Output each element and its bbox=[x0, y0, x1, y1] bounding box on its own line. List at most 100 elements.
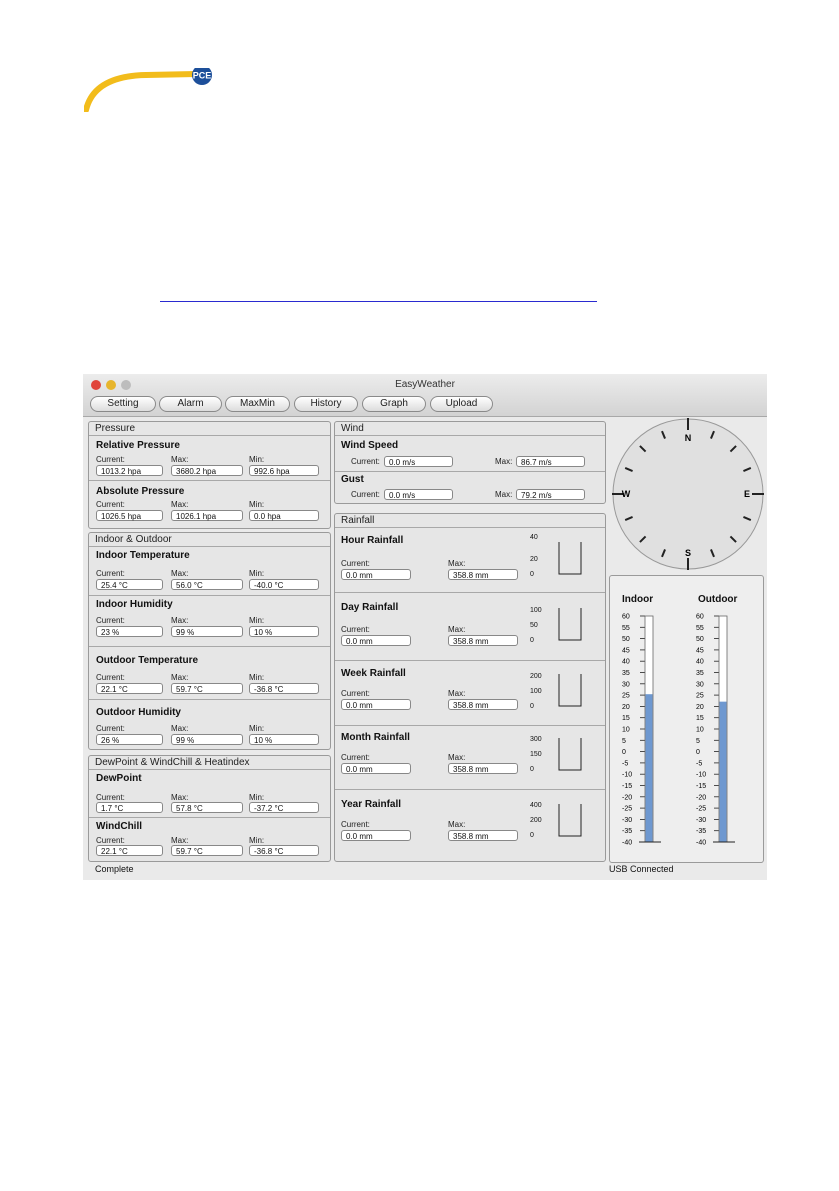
min-label: Min: bbox=[249, 616, 265, 625]
indoor-temperature-min: -40.0 °C bbox=[249, 579, 319, 590]
dewpoint-max: 57.8 °C bbox=[171, 802, 243, 813]
scale-bottom: 0 bbox=[530, 766, 534, 773]
history-button[interactable]: History bbox=[294, 396, 358, 412]
pce-logo: PCE bbox=[83, 65, 214, 113]
min-label: Min: bbox=[249, 836, 265, 845]
current-label: Current: bbox=[96, 673, 125, 682]
pressure-group: Pressure Relative Pressure Current: Max:… bbox=[88, 421, 331, 529]
relative-pressure-max: 3680.2 hpa bbox=[171, 465, 243, 476]
outdoor-thermometer-scale-label: 35 bbox=[696, 670, 704, 677]
outdoor-thermometer-scale-label: 55 bbox=[696, 625, 704, 632]
outdoor-temperature-title: Outdoor Temperature bbox=[96, 655, 199, 666]
hour-rainfall-max: 358.8 mm bbox=[448, 569, 518, 580]
min-label: Min: bbox=[249, 455, 265, 464]
outdoor-temperature-current: 22.1 °C bbox=[96, 683, 163, 694]
indoor-thermometer-scale-label: -15 bbox=[622, 783, 632, 790]
max-label: Max: bbox=[171, 455, 189, 464]
dewpoint-group-title: DewPoint & WindChill & Heatindex bbox=[95, 757, 250, 768]
max-label: Max: bbox=[171, 673, 189, 682]
week-rainfall-gauge bbox=[558, 674, 582, 707]
indoor-humidity-min: 10 % bbox=[249, 626, 319, 637]
indoor-thermometer-scale-label: -25 bbox=[622, 806, 632, 813]
graph-button[interactable]: Graph bbox=[362, 396, 426, 412]
outdoor-thermometer-scale-label: 30 bbox=[696, 681, 704, 688]
outdoor-humidity-current: 26 % bbox=[96, 734, 163, 745]
hour-rainfall-current: 0.0 mm bbox=[341, 569, 411, 580]
outdoor-thermometer-scale-label: -10 bbox=[696, 772, 706, 779]
day-rainfall-current: 0.0 mm bbox=[341, 635, 411, 646]
indoor-thermometer-scale-label: 20 bbox=[622, 704, 630, 711]
indoor-thermometer-scale-label: 5 bbox=[622, 738, 626, 745]
absolute-pressure-max: 1026.1 hpa bbox=[171, 510, 243, 521]
compass-east: E bbox=[744, 489, 750, 499]
outdoor-thermometer-fill bbox=[719, 701, 727, 842]
outdoor-thermometer-scale-label: 50 bbox=[696, 636, 704, 643]
outdoor-humidity-min: 10 % bbox=[249, 734, 319, 745]
current-label: Current: bbox=[351, 457, 380, 466]
upload-button[interactable]: Upload bbox=[430, 396, 493, 412]
indoor-temperature-title: Indoor Temperature bbox=[96, 550, 190, 561]
month-rainfall-title: Month Rainfall bbox=[341, 732, 410, 743]
indoor-humidity-max: 99 % bbox=[171, 626, 243, 637]
indoor-thermometer-scale-label: 45 bbox=[622, 647, 630, 654]
indoor-thermometer-scale-label: -10 bbox=[622, 772, 632, 779]
windchill-current: 22.1 °C bbox=[96, 845, 163, 856]
max-label: Max: bbox=[448, 820, 466, 829]
easyweather-window: EasyWeather Setting Alarm MaxMin History… bbox=[83, 374, 767, 880]
outdoor-thermometer-scale-label: 0 bbox=[696, 749, 700, 756]
wind-speed-title: Wind Speed bbox=[341, 440, 399, 451]
indoor-humidity-current: 23 % bbox=[96, 626, 163, 637]
gust-title: Gust bbox=[341, 474, 364, 485]
main-content: Pressure Relative Pressure Current: Max:… bbox=[83, 417, 767, 880]
document-link-underline[interactable] bbox=[160, 301, 597, 302]
outdoor-thermometer-scale-label: -20 bbox=[696, 794, 706, 801]
absolute-pressure-min: 0.0 hpa bbox=[249, 510, 319, 521]
relative-pressure-current: 1013.2 hpa bbox=[96, 465, 163, 476]
outdoor-thermometer-scale-label: 40 bbox=[696, 659, 704, 666]
current-label: Current: bbox=[341, 753, 370, 762]
day-rainfall-gauge bbox=[558, 608, 582, 641]
scale-mid: 200 bbox=[530, 817, 542, 824]
scale-mid: 50 bbox=[530, 622, 538, 629]
max-label: Max: bbox=[171, 724, 189, 733]
indoor-thermometer-scale-label: 50 bbox=[622, 636, 630, 643]
indoor-thermometer-scale-label: 10 bbox=[622, 727, 630, 734]
outdoor-thermometer-scale-label: -15 bbox=[696, 783, 706, 790]
wind-title: Wind bbox=[341, 423, 364, 434]
title-bar: EasyWeather Setting Alarm MaxMin History… bbox=[83, 374, 767, 417]
dewpoint-min: -37.2 °C bbox=[249, 802, 319, 813]
indoor-thermometer-scale-label: -30 bbox=[622, 817, 632, 824]
status-left: Complete bbox=[95, 864, 134, 874]
indoor-thermometer-scale-label: 60 bbox=[622, 614, 630, 621]
thermometer-gauges: 605550454035302520151050-5-10-15-20-25-3… bbox=[622, 614, 735, 847]
hour-rainfall-gauge bbox=[558, 542, 582, 575]
rainfall-title: Rainfall bbox=[341, 515, 375, 526]
scale-mid: 20 bbox=[530, 556, 538, 563]
maxmin-button[interactable]: MaxMin bbox=[225, 396, 290, 412]
indoor-outdoor-title: Indoor & Outdoor bbox=[95, 534, 172, 545]
gust-current: 0.0 m/s bbox=[384, 489, 453, 500]
scale-bottom: 0 bbox=[530, 571, 534, 578]
current-label: Current: bbox=[341, 820, 370, 829]
outdoor-humidity-max: 99 % bbox=[171, 734, 243, 745]
relative-pressure-min: 992.6 hpa bbox=[249, 465, 319, 476]
outdoor-humidity-title: Outdoor Humidity bbox=[96, 707, 181, 718]
indoor-thermometer-scale-label: 35 bbox=[622, 670, 630, 677]
max-label: Max: bbox=[171, 500, 189, 509]
current-label: Current: bbox=[341, 625, 370, 634]
dewpoint-current: 1.7 °C bbox=[96, 802, 163, 813]
indoor-thermometer-scale-label: 40 bbox=[622, 659, 630, 666]
dewpoint-windchill-group: DewPoint & WindChill & Heatindex DewPoin… bbox=[88, 755, 331, 862]
year-rainfall-current: 0.0 mm bbox=[341, 830, 411, 841]
absolute-pressure-title: Absolute Pressure bbox=[96, 486, 185, 497]
outdoor-thermometer-scale-label: 10 bbox=[696, 727, 704, 734]
absolute-pressure-current: 1026.5 hpa bbox=[96, 510, 163, 521]
windchill-title: WindChill bbox=[96, 821, 143, 832]
max-label: Max: bbox=[448, 689, 466, 698]
indoor-thermometer-scale-label: -40 bbox=[622, 840, 632, 847]
indoor-thermometer-fill bbox=[645, 694, 653, 842]
windchill-max: 59.7 °C bbox=[171, 845, 243, 856]
alarm-button[interactable]: Alarm bbox=[159, 396, 222, 412]
day-rainfall-title: Day Rainfall bbox=[341, 602, 399, 613]
setting-button[interactable]: Setting bbox=[90, 396, 156, 412]
